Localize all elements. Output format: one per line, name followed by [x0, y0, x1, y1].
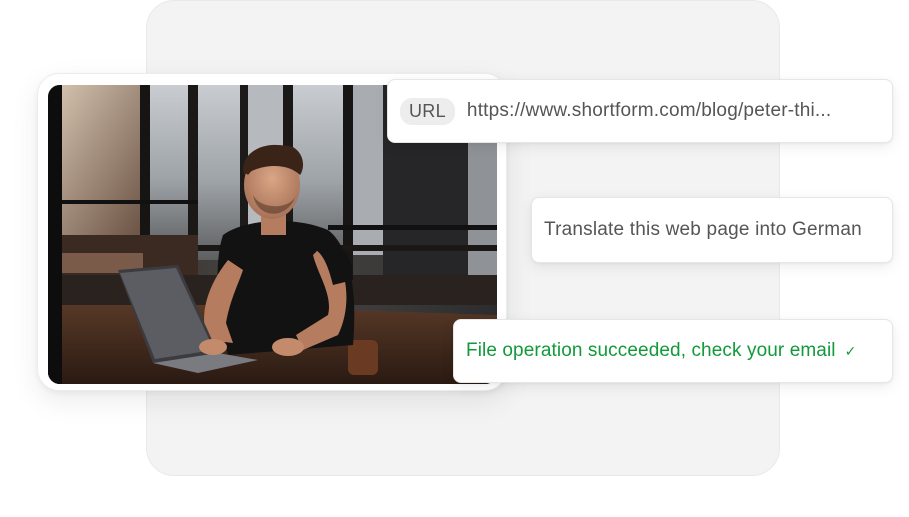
status-chip: File operation succeeded, check your ema… [453, 319, 893, 383]
prompt-chip: Translate this web page into German [531, 197, 893, 263]
illustration-stage: URL https://www.shortform.com/blog/peter… [0, 0, 909, 517]
checkmark-icon: ✓ [844, 342, 857, 359]
status-text: File operation succeeded, check your ema… [466, 340, 836, 361]
prompt-text: Translate this web page into German [544, 219, 862, 240]
url-value: https://www.shortform.com/blog/peter-thi… [466, 100, 832, 121]
url-chip: URL https://www.shortform.com/blog/peter… [387, 79, 893, 143]
url-badge: URL [400, 97, 455, 125]
